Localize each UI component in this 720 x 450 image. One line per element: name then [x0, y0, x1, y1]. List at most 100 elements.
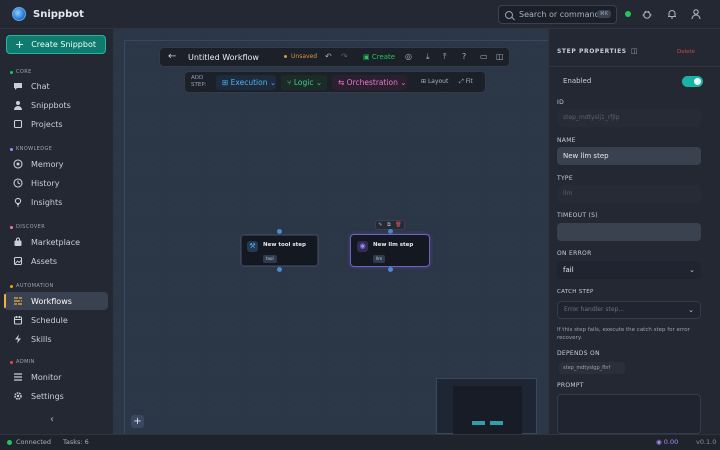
sidebar-item-assets[interactable]: Assets — [4, 252, 108, 270]
add-step-bar: ADD STEP: ⊞ Execution ⌄ ⑂ Logic ⌄ ⇆ Orch… — [184, 71, 486, 93]
delete-step-button[interactable]: Delete — [677, 49, 695, 55]
sidebar-item-label: Schedule — [31, 315, 68, 325]
panel-toggle-icon[interactable]: ◫ — [496, 52, 504, 61]
sidebar-item-monitor[interactable]: Monitor — [4, 368, 108, 386]
workflow-node-llm[interactable]: ◉ New llm step llm — [350, 234, 430, 267]
on-error-label: ON ERROR — [557, 250, 592, 257]
status-bar: Connected Tasks: 6 ◉ 0.00 v0.1.0 — [0, 434, 720, 450]
validate-icon[interactable]: ◎ — [405, 52, 412, 61]
sidebar-item-memory[interactable]: Memory — [4, 155, 108, 173]
back-arrow-icon[interactable]: ← — [168, 51, 176, 62]
sidebar: + Create Snippbot CORE Chat Snippbots Pr… — [0, 29, 114, 434]
name-label: NAME — [557, 137, 576, 144]
section-label: AUTOMATION — [16, 283, 54, 289]
search-placeholder: Search or command... — [519, 10, 608, 19]
chevron-down-icon: ⌄ — [313, 78, 323, 87]
sidebar-item-marketplace[interactable]: Marketplace — [4, 233, 108, 251]
timeout-field[interactable] — [557, 223, 701, 241]
gear-icon — [13, 391, 23, 401]
create-snippbot-button[interactable]: + Create Snippbot — [6, 35, 106, 54]
chevron-down-icon: ⌄ — [267, 78, 277, 87]
section-dot — [10, 147, 13, 151]
fit-button[interactable]: ⤢ Fit — [459, 78, 473, 86]
download-icon[interactable]: ⤓ — [426, 52, 430, 62]
search-box[interactable]: Search or command... ⌘K — [498, 5, 617, 24]
prompt-textarea[interactable] — [557, 394, 701, 434]
plus-icon: + — [15, 38, 25, 51]
node-title: New llm step — [373, 242, 414, 248]
delete-icon[interactable]: 🗑 — [395, 222, 401, 228]
enabled-toggle[interactable] — [682, 76, 703, 87]
create-snippbot-label: Create Snippbot — [31, 40, 96, 49]
add-orchestration-step-button[interactable]: ⇆ Orchestration ⌄ — [332, 75, 407, 90]
workflow-node-tool[interactable]: ⚒ New tool step tool — [240, 234, 319, 267]
sidebar-item-label: Skills — [31, 334, 52, 344]
name-field[interactable]: New llm step — [557, 147, 701, 165]
depends-on-chip[interactable]: step_mdtyslgp_flnf — [559, 362, 625, 374]
sidebar-item-workflows[interactable]: Workflows — [4, 292, 108, 310]
enabled-label: Enabled — [563, 77, 592, 85]
logic-label: Logic — [293, 78, 314, 87]
edit-icon[interactable]: ✎ — [378, 222, 382, 228]
unsaved-label: Unsaved — [291, 53, 318, 60]
duplicate-icon[interactable]: ⧉ — [387, 222, 391, 228]
orchestration-icon: ⇆ — [338, 78, 347, 87]
logic-icon: ⑂ — [287, 78, 294, 87]
sidebar-item-skills[interactable]: Skills — [4, 330, 108, 348]
zoom-in-button[interactable]: + — [131, 415, 144, 428]
user-icon[interactable] — [689, 8, 702, 21]
app-logo[interactable]: Snippbot — [12, 7, 84, 21]
undo-icon[interactable]: ↶ — [325, 52, 332, 61]
chevron-down-icon: ⌄ — [397, 78, 407, 87]
sidebar-item-label: Chat — [31, 81, 50, 91]
sidebar-item-chat[interactable]: Chat — [4, 77, 108, 95]
add-logic-step-button[interactable]: ⑂ Logic ⌄ — [281, 75, 327, 90]
sidebar-item-schedule[interactable]: Schedule — [4, 311, 108, 329]
sidebar-item-label: Assets — [31, 256, 58, 266]
search-shortcut: ⌘K — [596, 10, 611, 18]
section-label: ADMIN — [16, 359, 35, 365]
sidebar-item-insights[interactable]: Insights — [4, 193, 108, 211]
workflow-title[interactable]: Untitled Workflow — [188, 53, 259, 62]
minimap[interactable] — [436, 378, 537, 435]
timeout-label: TIMEOUT (S) — [557, 212, 598, 219]
sidebar-item-label: History — [31, 178, 60, 188]
connection-status-dot — [625, 11, 631, 17]
docs-icon[interactable]: ◫ — [631, 47, 638, 55]
layout-button[interactable]: ⊞ Layout — [421, 78, 448, 85]
help-icon[interactable]: ? — [462, 52, 466, 61]
output-port[interactable] — [388, 267, 393, 272]
section-dot — [10, 284, 13, 288]
sidebar-item-settings[interactable]: Settings — [4, 387, 108, 405]
upload-icon[interactable]: ⤒ — [443, 52, 447, 62]
type-field: llm — [557, 185, 701, 203]
calendar-icon — [13, 315, 23, 325]
execution-icon: ⊞ — [222, 78, 231, 87]
add-execution-step-button[interactable]: ⊞ Execution ⌄ — [216, 75, 276, 90]
bell-icon[interactable] — [665, 8, 678, 21]
sidebar-item-label: Memory — [31, 159, 64, 169]
node-type-tag: llm — [373, 255, 386, 263]
on-error-select[interactable]: fail ⌄ — [557, 261, 701, 279]
section-automation: AUTOMATION — [10, 283, 54, 289]
catch-step-placeholder: Error handler step... — [564, 306, 625, 313]
catch-step-select[interactable]: Error handler step... ⌄ — [557, 301, 701, 319]
connected-dot — [7, 440, 12, 445]
output-port[interactable] — [277, 267, 282, 272]
task-count[interactable]: Tasks: 6 — [63, 438, 89, 446]
bug-icon[interactable] — [640, 8, 653, 21]
sidebar-item-label: Snippbots — [31, 100, 71, 110]
keyboard-icon[interactable]: ▭ — [480, 52, 488, 61]
sidebar-item-history[interactable]: History — [4, 174, 108, 192]
sidebar-item-projects[interactable]: Projects — [4, 115, 108, 133]
redo-icon[interactable]: ↷ — [341, 52, 348, 61]
fit-label: Fit — [465, 78, 473, 85]
collapse-sidebar-icon[interactable]: ‹ — [50, 414, 54, 425]
credits[interactable]: ◉ 0.00 — [656, 438, 678, 446]
sidebar-item-label: Projects — [31, 119, 63, 129]
sidebar-item-snippbots[interactable]: Snippbots — [4, 96, 108, 114]
minimap-node — [472, 421, 485, 425]
sidebar-item-label: Marketplace — [31, 237, 81, 247]
section-discover: DISCOVER — [10, 224, 45, 230]
create-workflow-button[interactable]: ▣ Create — [363, 53, 395, 61]
